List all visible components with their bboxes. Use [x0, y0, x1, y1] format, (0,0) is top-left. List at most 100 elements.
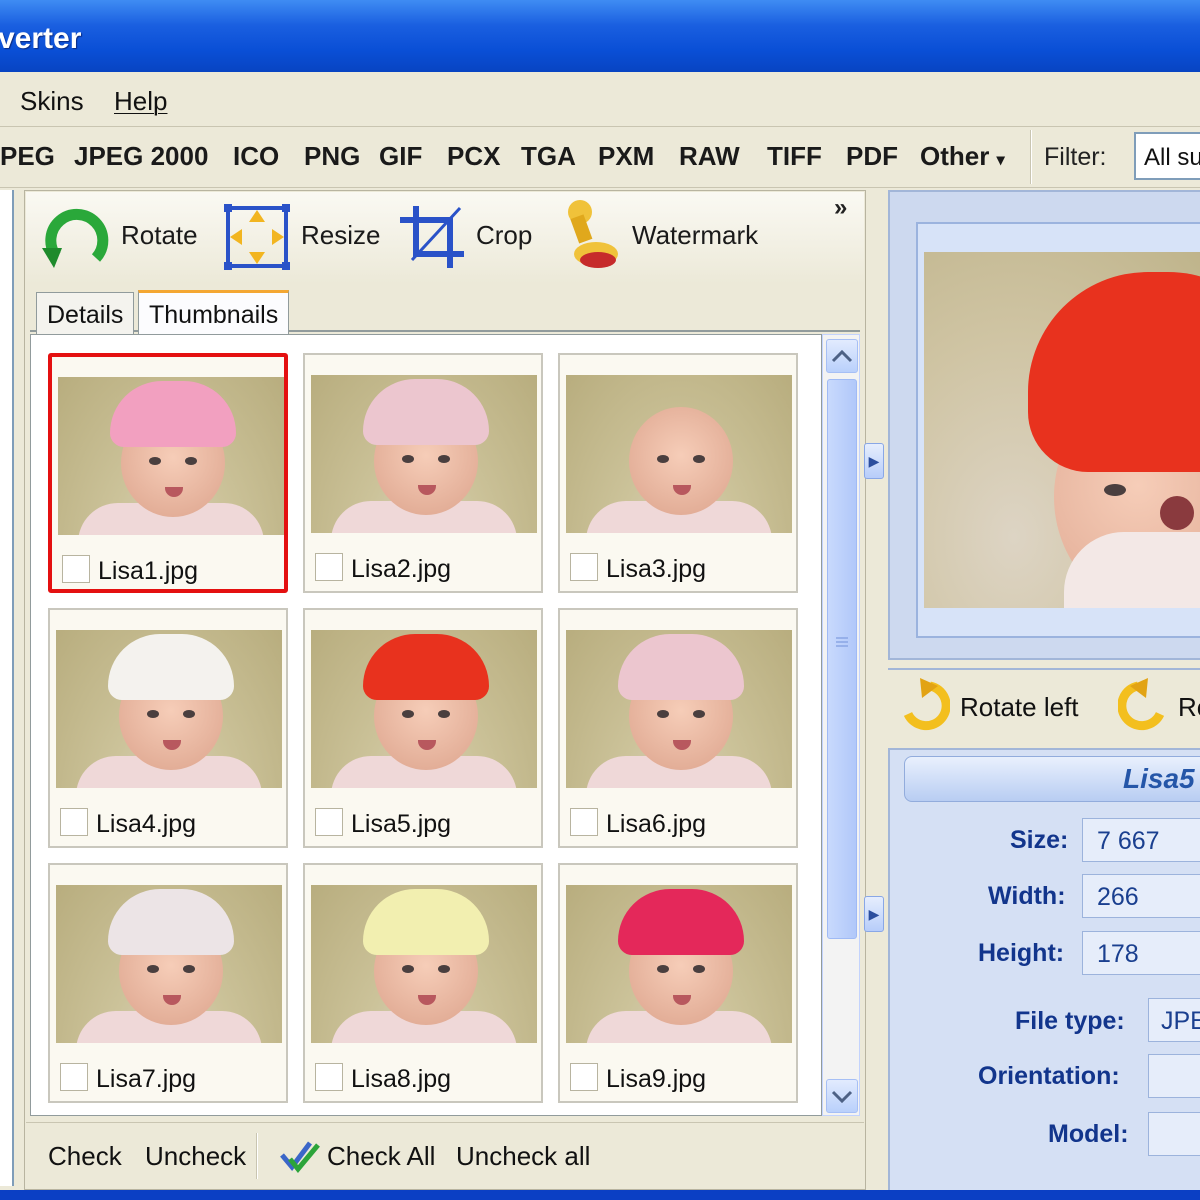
menu-skins[interactable]: Skins: [20, 86, 84, 117]
check-all-label[interactable]: Check All: [327, 1141, 435, 1172]
thumbnail-card[interactable]: Lisa2.jpg: [303, 353, 543, 593]
check-all-button[interactable]: [280, 1137, 320, 1178]
rotate-left-button[interactable]: [900, 678, 951, 741]
format-pdf[interactable]: PDF: [846, 141, 898, 172]
thumbnail-filename: Lisa9.jpg: [606, 1065, 707, 1093]
format-jpeg[interactable]: PEG: [0, 141, 55, 172]
thumbnail-checkbox[interactable]: [570, 1063, 598, 1091]
crop-label[interactable]: Crop: [476, 220, 532, 251]
divider: [256, 1133, 258, 1179]
watermark-label[interactable]: Watermark: [632, 220, 758, 251]
baby-eye: [183, 710, 195, 718]
expand-right-icon[interactable]: ▶: [864, 443, 884, 479]
baby-mouth: [418, 995, 436, 1005]
resize-label[interactable]: Resize: [301, 220, 380, 251]
baby-eye: [438, 710, 450, 718]
format-jpeg2000[interactable]: JPEG 2000: [74, 141, 208, 172]
baby-hat: [618, 889, 744, 955]
resize-button[interactable]: [222, 200, 292, 279]
watermark-button[interactable]: [556, 198, 622, 281]
rotate-right-label[interactable]: Ro: [1178, 692, 1200, 723]
window-title: verter: [0, 22, 82, 55]
baby-mouth: [165, 487, 183, 497]
thumbnail-card[interactable]: Lisa6.jpg: [558, 608, 798, 848]
thumbnail-card[interactable]: Lisa5.jpg: [303, 608, 543, 848]
format-tiff[interactable]: TIFF: [767, 141, 822, 172]
thumbnail-checkbox[interactable]: [315, 553, 343, 581]
baby-eye: [402, 710, 414, 718]
scroll-up-button[interactable]: [826, 339, 858, 373]
format-ico[interactable]: ICO: [233, 141, 279, 172]
menu-bar: Skins Help: [0, 72, 1200, 126]
thumbnail-checkbox[interactable]: [60, 1063, 88, 1091]
edit-toolbar: Rotate Resize Crop Watermark »: [26, 192, 864, 284]
format-raw[interactable]: RAW: [679, 141, 740, 172]
thumbnail-card[interactable]: Lisa1.jpg: [48, 353, 288, 593]
rotate-right-button[interactable]: [1117, 678, 1168, 741]
menu-help[interactable]: Help: [114, 86, 167, 117]
baby-mouth: [163, 995, 181, 1005]
thumbnail-image: [311, 630, 537, 788]
baby-eye: [147, 710, 159, 718]
chevron-down-icon: ▾: [996, 152, 1005, 169]
crop-button[interactable]: [398, 202, 468, 277]
thumbnail-image: [56, 885, 282, 1043]
tab-thumbnails[interactable]: Thumbnails: [138, 290, 290, 334]
scroll-down-button[interactable]: [826, 1079, 858, 1113]
filter-label: Filter:: [1044, 143, 1107, 171]
height-label: Height:: [978, 939, 1065, 967]
rotate-label[interactable]: Rotate: [121, 220, 198, 251]
thumbnail-card[interactable]: Lisa8.jpg: [303, 863, 543, 1103]
resize-icon: [224, 204, 290, 270]
thumbnail-image: [566, 375, 792, 533]
format-pxm[interactable]: PXM: [598, 141, 654, 172]
baby-eye: [147, 965, 159, 973]
baby-face: [629, 407, 733, 515]
thumbnail-card[interactable]: Lisa4.jpg: [48, 608, 288, 848]
uncheck-all-button[interactable]: Uncheck all: [456, 1141, 590, 1172]
format-png[interactable]: PNG: [304, 141, 360, 172]
rotate-button[interactable]: [40, 204, 114, 279]
format-pcx[interactable]: PCX: [447, 141, 500, 172]
chevron-down-icon: [831, 1090, 853, 1104]
thumbnail-checkbox[interactable]: [60, 808, 88, 836]
format-tga[interactable]: TGA: [521, 141, 576, 172]
width-value: 266: [1082, 874, 1200, 918]
rotate-left-label[interactable]: Rotate left: [960, 692, 1079, 723]
title-bar[interactable]: verter: [0, 0, 1200, 72]
thumbnail-checkbox[interactable]: [315, 1063, 343, 1091]
toolbar-overflow-button[interactable]: »: [834, 194, 847, 222]
thumbnail-checkbox[interactable]: [315, 808, 343, 836]
tab-details[interactable]: Details: [36, 292, 135, 334]
baby-mouth: [163, 740, 181, 750]
thumbnail-checkbox[interactable]: [62, 555, 90, 583]
filter-select[interactable]: All su: [1134, 132, 1200, 180]
thumbnail-checkbox[interactable]: [570, 808, 598, 836]
format-gif[interactable]: GIF: [379, 141, 422, 172]
thumbnail-card[interactable]: Lisa9.jpg: [558, 863, 798, 1103]
thumbnail-filename: Lisa1.jpg: [98, 557, 199, 585]
thumbnail-card[interactable]: Lisa7.jpg: [48, 863, 288, 1103]
baby-hat: [363, 634, 489, 700]
thumbnail-image: [58, 377, 284, 535]
splitter[interactable]: [868, 190, 886, 1190]
left-panel[interactable]: [0, 190, 14, 1186]
height-value: 178: [1082, 931, 1200, 975]
check-button[interactable]: Check: [48, 1141, 122, 1172]
width-label: Width:: [988, 882, 1066, 910]
thumbnail-checkbox[interactable]: [570, 553, 598, 581]
model-value: [1148, 1112, 1200, 1156]
scroll-thumb[interactable]: [827, 379, 857, 939]
thumbnail-image: [566, 630, 792, 788]
expand-right-icon-2[interactable]: ▶: [864, 896, 884, 932]
baby-eye: [657, 455, 669, 463]
format-other-dropdown[interactable]: Other ▾: [920, 141, 1005, 172]
preview-image: [924, 252, 1200, 608]
vertical-scrollbar[interactable]: [822, 334, 860, 1116]
uncheck-button[interactable]: Uncheck: [145, 1141, 246, 1172]
baby-eye: [185, 457, 197, 465]
thumbnail-card[interactable]: Lisa3.jpg: [558, 353, 798, 593]
baby-mouth: [673, 485, 691, 495]
baby-eye: [657, 710, 669, 718]
baby-hat: [363, 889, 489, 955]
